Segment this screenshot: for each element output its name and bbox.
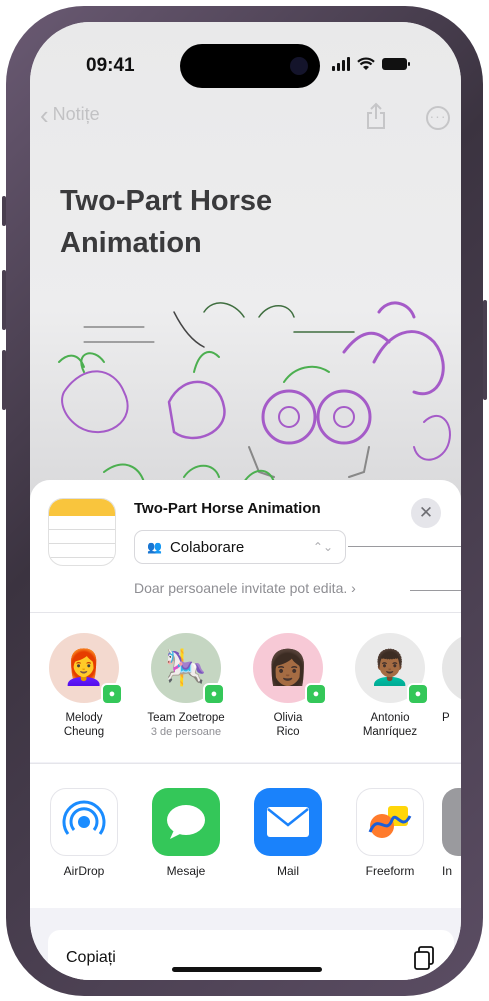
partial-app-icon — [442, 788, 461, 856]
person-partial[interactable]: P — [442, 633, 461, 725]
messages-icon — [152, 788, 220, 856]
person-name: P — [442, 712, 450, 724]
note-title: Two-Part Horse Animation — [60, 185, 273, 259]
memoji-woman-icon: 👩🏾 ● — [253, 633, 327, 705]
dynamic-island — [180, 44, 320, 88]
app-mail[interactable]: Mail — [238, 788, 338, 878]
mail-icon — [254, 788, 322, 856]
callout-line — [348, 546, 461, 547]
app-label: In — [442, 864, 453, 878]
app-label: AirDrop — [63, 864, 105, 878]
callout-line — [410, 590, 461, 591]
back-label: Notițe — [52, 104, 100, 124]
person-team-zoetrope[interactable]: 🎠 ● Team Zoetrope 3 de persoane — [136, 633, 236, 739]
collaboration-dropdown[interactable]: 👥 Colaborare ⌃⌄ — [134, 530, 346, 564]
people-suggestions: 👩‍🦰 ● Melody Cheung 🎠 ● Team Zoetrope 3 … — [30, 612, 461, 762]
share-sheet: Two-Part Horse Animation ✕ 👥 Colaborare … — [30, 480, 461, 980]
person-name: Olivia Rico — [273, 712, 303, 738]
person-name: Melody Cheung — [63, 712, 105, 738]
phone-screen: 09:41 ‹ Notițe ··· Two-Part Horse Animat… — [30, 22, 461, 980]
share-sheet-header: Two-Part Horse Animation ✕ 👥 Colaborare … — [30, 480, 461, 612]
battery-icon — [382, 58, 410, 70]
app-airdrop[interactable]: AirDrop — [34, 788, 134, 878]
person-melody-cheung[interactable]: 👩‍🦰 ● Melody Cheung — [34, 633, 134, 739]
status-bar: 09:41 — [30, 22, 461, 112]
back-button[interactable]: ‹ Notițe — [40, 99, 100, 130]
share-icon[interactable] — [365, 102, 387, 130]
status-time: 09:41 — [86, 55, 135, 76]
wifi-icon — [357, 57, 375, 70]
person-name: Team Zoetrope — [147, 712, 225, 724]
messages-badge-icon: ● — [203, 683, 225, 705]
close-button[interactable]: ✕ — [411, 498, 441, 528]
collaboration-selected: Colaborare — [169, 538, 245, 556]
copy-icon — [414, 946, 434, 970]
power-button[interactable] — [483, 300, 487, 400]
people-icon: 👥 — [147, 540, 162, 554]
app-freeform[interactable]: Freeform — [340, 788, 440, 878]
permission-options-link[interactable]: Doar persoanele invitate pot edita. › — [134, 580, 356, 596]
copy-action[interactable]: Copiați — [48, 930, 454, 980]
app-label: Mail — [276, 864, 299, 878]
share-sheet-title: Two-Part Horse Animation — [134, 500, 321, 517]
memoji-woman-glasses-icon: 👩‍🦰 ● — [49, 633, 123, 705]
memoji-man-icon: 👨🏾‍🦱 ● — [355, 633, 429, 705]
messages-badge-icon: ● — [407, 683, 429, 705]
share-apps-row: AirDrop Mesaje Mail Freeform In — [30, 763, 461, 908]
home-indicator[interactable] — [172, 967, 322, 972]
app-partial[interactable]: In — [442, 788, 461, 878]
person-olivia-rico[interactable]: 👩🏾 ● Olivia Rico — [238, 633, 338, 739]
copy-label: Copiați — [66, 949, 116, 966]
airdrop-icon — [50, 788, 118, 856]
messages-badge-icon: ● — [101, 683, 123, 705]
chevron-right-icon: › — [351, 580, 356, 596]
person-name: Antonio Manríquez — [362, 712, 418, 738]
messages-badge-icon: ● — [305, 683, 327, 705]
partial-avatar-icon — [442, 633, 461, 703]
status-icons — [332, 57, 410, 71]
chevron-left-icon: ‹ — [40, 99, 49, 130]
more-options-icon[interactable]: ··· — [426, 106, 450, 130]
front-camera — [290, 57, 308, 75]
person-subtitle: 3 de persoane — [150, 726, 222, 738]
chevron-up-down-icon: ⌃⌄ — [312, 540, 333, 554]
freeform-icon — [356, 788, 424, 856]
permission-text: Doar persoanele invitate pot edita. — [134, 580, 348, 596]
notes-app-icon — [48, 498, 116, 566]
person-antonio-manriquez[interactable]: 👨🏾‍🦱 ● Antonio Manríquez — [340, 633, 440, 739]
app-label: Mesaje — [166, 864, 206, 878]
app-label: Freeform — [365, 864, 415, 878]
group-photo-icon: 🎠 ● — [151, 633, 225, 705]
horse-sketch-drawing — [58, 301, 451, 483]
cellular-signal-icon — [332, 57, 350, 71]
app-messages[interactable]: Mesaje — [136, 788, 236, 878]
